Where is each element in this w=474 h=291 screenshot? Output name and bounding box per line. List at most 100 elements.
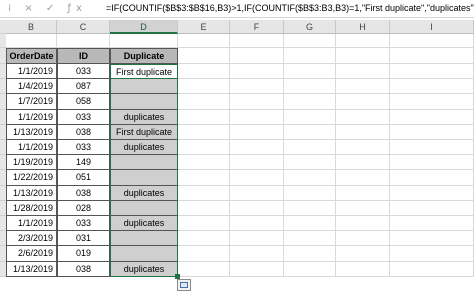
duplicate-cell[interactable]: duplicates [110, 185, 178, 201]
cell-empty[interactable] [336, 79, 390, 95]
cell-empty[interactable] [230, 231, 284, 247]
cell-empty[interactable] [336, 185, 390, 201]
order-date-cell[interactable]: 1/19/2019 [6, 155, 57, 171]
duplicate-cell[interactable] [110, 170, 178, 186]
order-date-cell[interactable]: 1/13/2019 [6, 124, 57, 140]
header-cell-c[interactable]: ID [57, 48, 110, 64]
cell-empty[interactable] [284, 109, 336, 125]
cell-empty[interactable] [178, 34, 230, 48]
id-cell[interactable]: 033 [57, 216, 110, 232]
cell-empty[interactable] [284, 48, 336, 64]
cell-empty[interactable] [178, 109, 230, 125]
formula-input[interactable]: =IF(COUNTIF($B$3:$B$16,B3)>1,IF(COUNTIF(… [106, 3, 474, 13]
id-cell[interactable]: 033 [57, 140, 110, 156]
cell-empty[interactable] [284, 155, 336, 171]
cell-empty[interactable] [178, 200, 230, 216]
column-header-e[interactable]: E [178, 20, 230, 34]
cell-empty[interactable] [390, 94, 474, 110]
cell-empty[interactable] [284, 170, 336, 186]
cell-empty[interactable] [230, 34, 284, 48]
cell-empty[interactable] [178, 79, 230, 95]
duplicate-cell[interactable] [110, 231, 178, 247]
row-header[interactable] [0, 48, 6, 64]
cell-empty[interactable] [336, 48, 390, 64]
column-header-i[interactable]: I [390, 20, 474, 34]
cell-empty[interactable] [390, 109, 474, 125]
cell-empty[interactable] [230, 124, 284, 140]
cell-empty[interactable] [230, 246, 284, 262]
id-cell[interactable]: 028 [57, 200, 110, 216]
cell-empty[interactable] [390, 48, 474, 64]
column-header-f[interactable]: F [230, 20, 284, 34]
id-cell[interactable]: 019 [57, 246, 110, 262]
cell-empty[interactable] [390, 155, 474, 171]
cell-empty[interactable] [178, 64, 230, 80]
cell-empty[interactable] [390, 200, 474, 216]
cell-empty[interactable] [284, 64, 336, 80]
cell-empty[interactable] [284, 216, 336, 232]
order-date-cell[interactable]: 2/3/2019 [6, 231, 57, 247]
cell-empty[interactable] [230, 140, 284, 156]
order-date-cell[interactable]: 1/1/2019 [6, 64, 57, 80]
cell-empty[interactable] [178, 231, 230, 247]
cell-empty[interactable] [230, 261, 284, 277]
id-cell[interactable]: 038 [57, 185, 110, 201]
formula-bar-tools[interactable]: ⁞ × ✓ ƒx [8, 3, 87, 14]
cell-empty[interactable] [284, 124, 336, 140]
order-date-cell[interactable]: 1/1/2019 [6, 216, 57, 232]
id-cell[interactable]: 038 [57, 124, 110, 140]
cell-empty[interactable] [230, 200, 284, 216]
cell-empty[interactable] [336, 140, 390, 156]
cell-empty[interactable] [390, 64, 474, 80]
order-date-cell[interactable]: 1/13/2019 [6, 185, 57, 201]
id-cell[interactable]: 031 [57, 231, 110, 247]
cell-empty[interactable] [336, 216, 390, 232]
cell-empty[interactable] [230, 155, 284, 171]
cell-empty[interactable] [336, 94, 390, 110]
cell-empty[interactable] [390, 185, 474, 201]
cell-empty[interactable] [178, 48, 230, 64]
cell-empty[interactable] [6, 34, 57, 48]
cell-empty[interactable] [178, 94, 230, 110]
cell-empty[interactable] [110, 34, 178, 48]
cell-empty[interactable] [178, 124, 230, 140]
cell-empty[interactable] [390, 140, 474, 156]
cell-empty[interactable] [178, 261, 230, 277]
column-header-c[interactable]: C [57, 20, 110, 34]
cell-empty[interactable] [336, 231, 390, 247]
cell-empty[interactable] [390, 34, 474, 48]
duplicate-cell[interactable] [110, 155, 178, 171]
cell-empty[interactable] [230, 94, 284, 110]
cell-empty[interactable] [230, 64, 284, 80]
column-header-b[interactable]: B [6, 20, 57, 34]
cell-empty[interactable] [336, 246, 390, 262]
duplicate-cell[interactable]: duplicates [110, 140, 178, 156]
cell-empty[interactable] [336, 155, 390, 171]
cell-empty[interactable] [284, 231, 336, 247]
order-date-cell[interactable]: 1/1/2019 [6, 140, 57, 156]
cell-empty[interactable] [390, 124, 474, 140]
cell-empty[interactable] [178, 216, 230, 232]
duplicate-cell[interactable] [110, 246, 178, 262]
order-date-cell[interactable]: 2/6/2019 [6, 246, 57, 262]
cell-empty[interactable] [284, 94, 336, 110]
column-header-d[interactable]: D [110, 20, 178, 34]
row-header[interactable] [0, 34, 6, 48]
cell-empty[interactable] [284, 246, 336, 262]
column-header-g[interactable]: G [284, 20, 336, 34]
header-cell-d[interactable]: Duplicate [110, 48, 178, 64]
cell-empty[interactable] [336, 170, 390, 186]
cell-empty[interactable] [390, 79, 474, 95]
cell-empty[interactable] [230, 216, 284, 232]
order-date-cell[interactable]: 1/28/2019 [6, 200, 57, 216]
select-all-corner[interactable] [0, 20, 6, 34]
duplicate-cell[interactable] [110, 200, 178, 216]
cell-empty[interactable] [230, 185, 284, 201]
id-cell[interactable]: 058 [57, 94, 110, 110]
duplicate-cell[interactable] [110, 79, 178, 95]
cell-empty[interactable] [284, 185, 336, 201]
cell-empty[interactable] [390, 246, 474, 262]
cell-empty[interactable] [178, 185, 230, 201]
active-duplicate-cell[interactable]: First duplicate [110, 64, 178, 80]
quick-analysis-icon[interactable] [177, 278, 191, 291]
